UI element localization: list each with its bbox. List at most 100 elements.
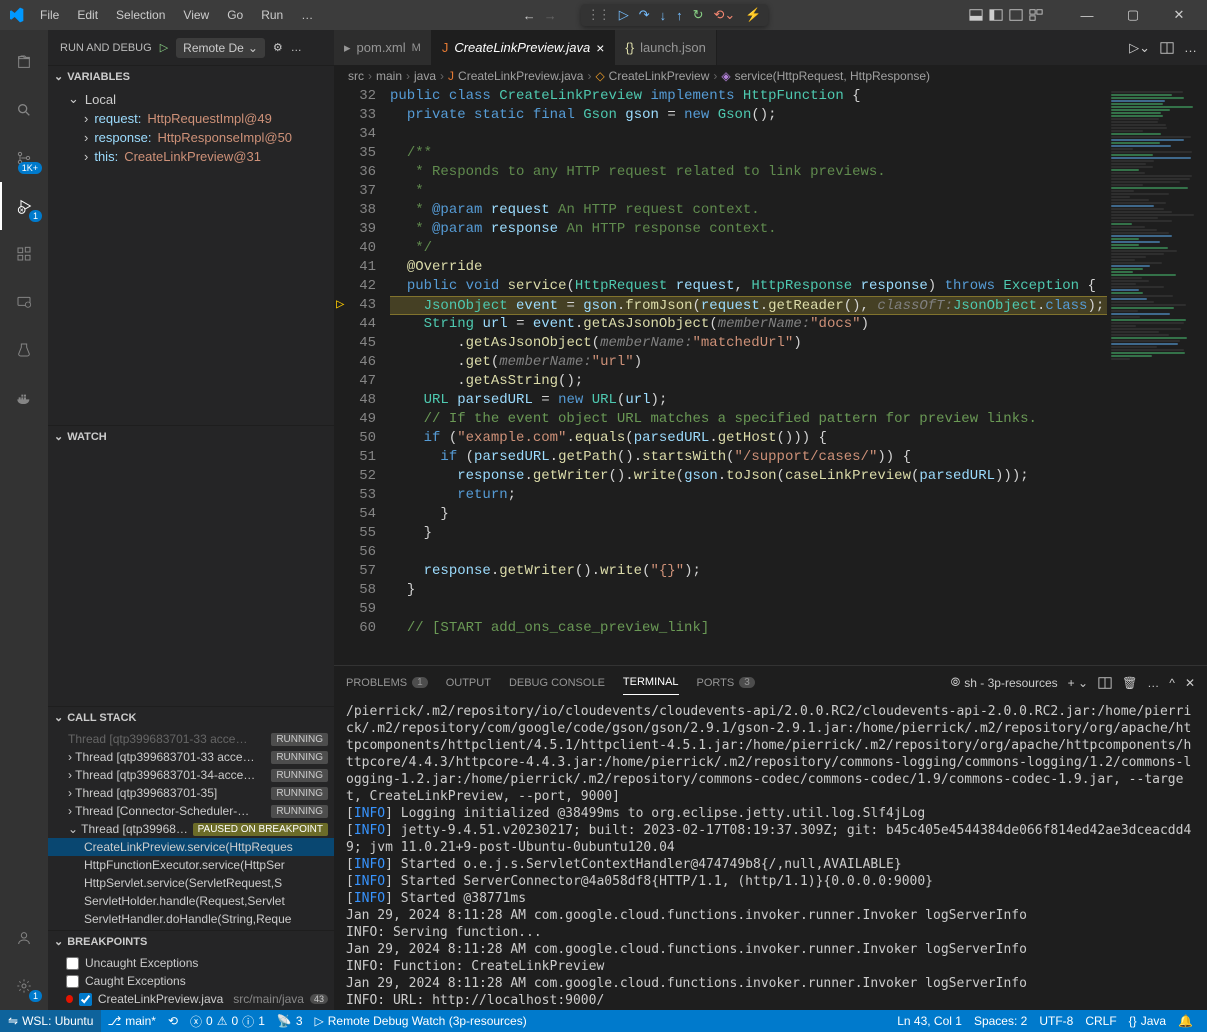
stack-frame[interactable]: CreateLinkPreview.service(HttpReques xyxy=(48,838,334,856)
split-terminal-icon[interactable] xyxy=(1098,676,1112,690)
activity-account[interactable] xyxy=(0,914,48,962)
kill-terminal-icon[interactable]: 🗑 xyxy=(1122,676,1137,690)
sidebar-title: RUN AND DEBUG xyxy=(60,42,152,54)
bp-caught[interactable]: Caught Exceptions xyxy=(48,972,334,990)
watch-header[interactable]: ⌄WATCH xyxy=(48,426,334,447)
debug-more-icon[interactable]: … xyxy=(291,42,302,54)
panel-terminal[interactable]: TERMINAL xyxy=(623,670,679,695)
breadcrumb[interactable]: src› main› java› JCreateLinkPreview.java… xyxy=(334,65,1207,87)
thread-row[interactable]: › Thread [qtp399683701-34-acce…RUNNING xyxy=(48,766,334,784)
close-panel-icon[interactable]: ✕ xyxy=(1185,676,1195,690)
layout-panel-icon[interactable] xyxy=(969,8,983,22)
debug-config-select[interactable]: Remote De ⌄ xyxy=(176,38,265,58)
panel-problems[interactable]: PROBLEMS1 xyxy=(346,671,428,695)
status-lang[interactable]: {} Java xyxy=(1123,1014,1172,1028)
status-branch[interactable]: ⎇ main* xyxy=(101,1014,162,1028)
restart-icon[interactable]: ↻ xyxy=(693,7,704,23)
terminal-output[interactable]: /pierrick/.m2/repository/io/cloudevents/… xyxy=(334,699,1207,1010)
continue-icon[interactable]: ▷ xyxy=(619,7,629,23)
callstack-header[interactable]: ⌄CALL STACK xyxy=(48,707,334,728)
variable-row[interactable]: ›response: HttpResponseImpl@50 xyxy=(48,128,334,147)
run-file-icon[interactable]: ▷⌄ xyxy=(1129,40,1150,56)
stack-frame[interactable]: HttpFunctionExecutor.service(HttpSer xyxy=(48,856,334,874)
debug-badge: 1 xyxy=(29,210,42,222)
menu-edit[interactable]: Edit xyxy=(69,4,106,26)
step-over-icon[interactable]: ↷ xyxy=(639,7,650,23)
panel-debug-console[interactable]: DEBUG CONSOLE xyxy=(509,671,605,695)
stack-frame[interactable]: ServletHandler.doHandle(String,Reque xyxy=(48,910,334,928)
hot-reload-icon[interactable]: ⚡ xyxy=(745,7,761,23)
layout-custom-icon[interactable] xyxy=(1029,8,1043,22)
step-into-icon[interactable]: ↓ xyxy=(660,8,667,23)
editor-tabs: ▸pom.xmlM JCreateLinkPreview.java× {}lau… xyxy=(334,30,1207,65)
terminal-profile[interactable]: ⦾ sh - 3p-resources xyxy=(951,675,1058,690)
activity-explorer[interactable] xyxy=(0,38,48,86)
menu-run[interactable]: Run xyxy=(253,4,291,26)
status-eol[interactable]: CRLF xyxy=(1079,1014,1122,1028)
activity-extensions[interactable] xyxy=(0,230,48,278)
variable-row[interactable]: ›this: CreateLinkPreview@31 xyxy=(48,147,334,166)
bp-file-entry[interactable]: CreateLinkPreview.javasrc/main/java43 xyxy=(48,990,334,1008)
status-position[interactable]: Ln 43, Col 1 xyxy=(891,1014,968,1028)
panel-more-icon[interactable]: … xyxy=(1147,676,1159,690)
activity-docker[interactable] xyxy=(0,374,48,422)
activity-testing[interactable] xyxy=(0,326,48,374)
debug-settings-icon[interactable]: ⚙ xyxy=(273,41,283,54)
scope-local[interactable]: ⌄Local xyxy=(48,89,334,109)
status-spaces[interactable]: Spaces: 2 xyxy=(968,1014,1033,1028)
nav-fwd-icon[interactable]: → xyxy=(544,8,557,23)
stack-frame[interactable]: HttpServlet.service(ServletRequest,S xyxy=(48,874,334,892)
thread-row[interactable]: › Thread [Connector-Scheduler-…RUNNING xyxy=(48,802,334,820)
variables-header[interactable]: ⌄VARIABLES xyxy=(48,66,334,87)
activity-search[interactable] xyxy=(0,86,48,134)
activity-bar: 1K+ 1 1 xyxy=(0,30,48,1010)
breakpoints-header[interactable]: ⌄BREAKPOINTS xyxy=(48,931,334,952)
thread-row[interactable]: › Thread [qtp399683701-35]RUNNING xyxy=(48,784,334,802)
status-debug[interactable]: ▷ Remote Debug Watch (3p-resources) xyxy=(309,1014,533,1028)
bp-uncaught[interactable]: Uncaught Exceptions xyxy=(48,954,334,972)
status-notifications[interactable]: 🔔 xyxy=(1172,1014,1199,1028)
stack-frame[interactable]: ServletHolder.handle(Request,Servlet xyxy=(48,892,334,910)
grip-icon[interactable]: ⋮⋮ xyxy=(587,7,609,23)
panel-output[interactable]: OUTPUT xyxy=(446,671,491,695)
menu-file[interactable]: File xyxy=(32,4,67,26)
menu-more[interactable]: … xyxy=(293,4,321,26)
thread-paused[interactable]: ⌄ Thread [qtp39968…PAUSED ON BREAKPOINT xyxy=(48,820,334,838)
close-tab-icon[interactable]: × xyxy=(596,40,604,56)
panel-ports[interactable]: PORTS3 xyxy=(697,671,755,695)
thread-row[interactable]: › Thread [qtp399683701-33 acce…RUNNING xyxy=(48,748,334,766)
step-out-icon[interactable]: ↑ xyxy=(676,8,683,23)
layout-sidebar-icon[interactable] xyxy=(989,8,1003,22)
status-ports[interactable]: 📡 3 xyxy=(271,1014,309,1028)
debug-toolbar[interactable]: ⋮⋮ ▷ ↷ ↓ ↑ ↻ ⟲⌄ ⚡ xyxy=(581,4,768,26)
variable-row[interactable]: ›request: HttpRequestImpl@49 xyxy=(48,109,334,128)
activity-debug[interactable]: 1 xyxy=(0,182,48,230)
layout-right-icon[interactable] xyxy=(1009,8,1023,22)
disconnect-icon[interactable]: ⟲⌄ xyxy=(714,7,736,23)
menu-selection[interactable]: Selection xyxy=(108,4,173,26)
status-remote[interactable]: ⇋WSL: Ubuntu xyxy=(0,1010,101,1032)
tab-pom[interactable]: ▸pom.xmlM xyxy=(334,30,432,65)
minimize-button[interactable]: — xyxy=(1067,0,1107,30)
nav-back-icon[interactable]: ← xyxy=(523,8,536,23)
new-terminal-icon[interactable]: + ⌄ xyxy=(1068,676,1088,690)
status-problems[interactable]: ⓧ 0 ⚠ 0 ⓘ 1 xyxy=(184,1013,271,1030)
start-debug-icon[interactable]: ▷ xyxy=(160,41,168,54)
status-bar: ⇋WSL: Ubuntu ⎇ main* ⟲ ⓧ 0 ⚠ 0 ⓘ 1 📡 3 ▷… xyxy=(0,1010,1207,1032)
status-sync[interactable]: ⟲ xyxy=(162,1014,184,1028)
status-encoding[interactable]: UTF-8 xyxy=(1033,1014,1079,1028)
maximize-panel-icon[interactable]: ^ xyxy=(1169,676,1175,690)
maximize-button[interactable]: ▢ xyxy=(1113,0,1153,30)
tab-createlinkpreview[interactable]: JCreateLinkPreview.java× xyxy=(432,30,616,65)
code-editor[interactable]: 3233343536373839404142▷43444546474849505… xyxy=(334,87,1207,665)
activity-settings[interactable]: 1 xyxy=(0,962,48,1010)
activity-remote[interactable] xyxy=(0,278,48,326)
split-editor-icon[interactable] xyxy=(1160,41,1174,55)
tab-launch[interactable]: {}launch.json xyxy=(615,30,716,65)
activity-scm[interactable]: 1K+ xyxy=(0,134,48,182)
minimap[interactable] xyxy=(1107,87,1207,665)
menu-go[interactable]: Go xyxy=(219,4,251,26)
close-button[interactable]: ✕ xyxy=(1159,0,1199,30)
editor-more-icon[interactable]: … xyxy=(1184,40,1197,55)
menu-view[interactable]: View xyxy=(175,4,217,26)
